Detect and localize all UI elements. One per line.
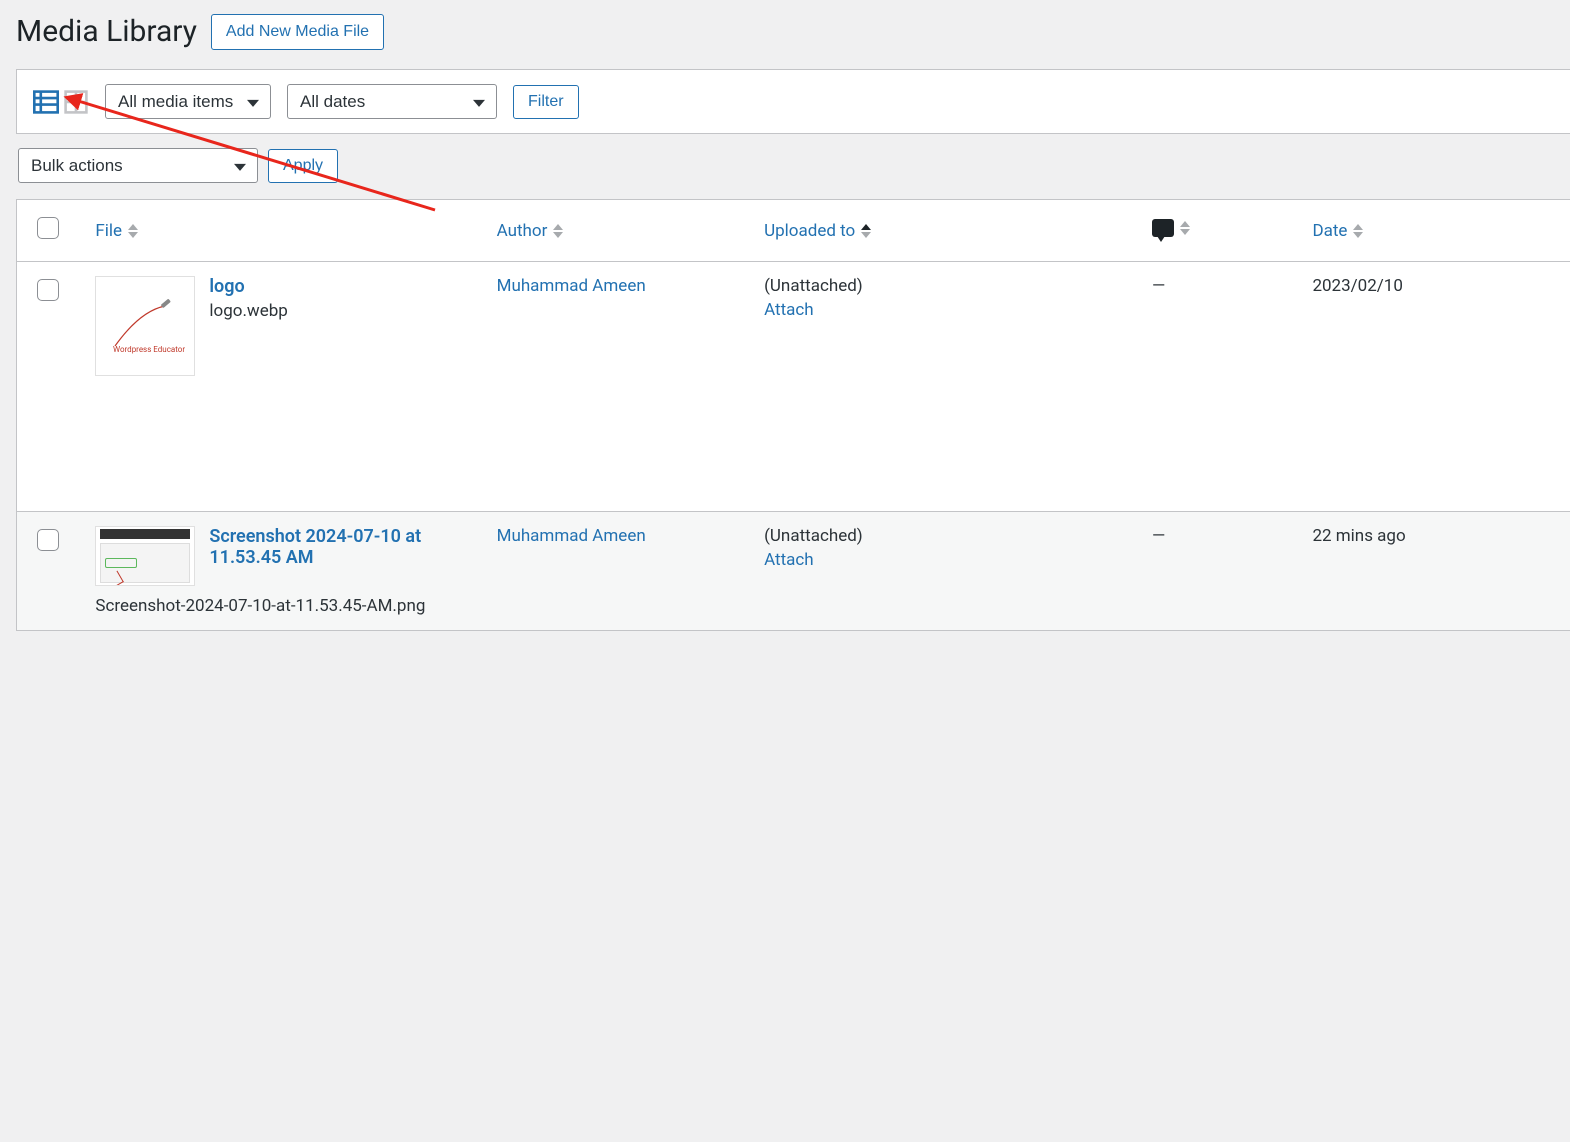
date-text: 22 mins ago: [1312, 526, 1405, 546]
column-comments[interactable]: [1152, 219, 1190, 237]
media-thumbnail[interactable]: Wordpress Educator: [95, 276, 195, 376]
media-title-link[interactable]: logo: [209, 276, 287, 297]
sort-icon: [553, 224, 563, 238]
comments-count: —: [1152, 526, 1165, 546]
uploaded-status: (Unattached): [764, 276, 1132, 296]
select-all-checkbox[interactable]: [37, 217, 59, 239]
column-file[interactable]: File: [95, 221, 138, 241]
column-date[interactable]: Date: [1312, 221, 1363, 241]
svg-text:Wordpress Educator: Wordpress Educator: [113, 345, 185, 354]
grid-view-icon[interactable]: [63, 89, 89, 115]
date-text: 2023/02/10: [1312, 276, 1402, 296]
sort-icon: [1353, 224, 1363, 238]
comments-count: —: [1152, 276, 1165, 296]
table-row: Wordpress Educator logo logo.webp Muhamm…: [17, 262, 1570, 512]
media-title-link[interactable]: Screenshot 2024-07-10 at 11.53.45 AM: [209, 526, 476, 568]
page-title: Media Library: [16, 12, 197, 51]
author-link[interactable]: Muhammad Ameen: [497, 526, 646, 546]
attach-link[interactable]: Attach: [764, 550, 814, 570]
column-uploaded-to[interactable]: Uploaded to: [764, 221, 871, 241]
uploaded-status: (Unattached): [764, 526, 1132, 546]
add-new-media-button[interactable]: Add New Media File: [211, 14, 384, 50]
author-link[interactable]: Muhammad Ameen: [497, 276, 646, 296]
sort-icon: [1180, 221, 1190, 235]
media-thumbnail[interactable]: [95, 526, 195, 586]
media-type-select[interactable]: All media items: [105, 84, 271, 119]
table-row: Screenshot 2024-07-10 at 11.53.45 AM Scr…: [17, 512, 1570, 631]
media-filename: Screenshot-2024-07-10-at-11.53.45-AM.png: [95, 596, 476, 616]
bulk-actions-select[interactable]: Bulk actions: [18, 148, 258, 183]
sort-icon: [861, 224, 871, 238]
column-author[interactable]: Author: [497, 221, 564, 241]
filter-bar: All media items All dates Filter: [16, 69, 1570, 134]
row-checkbox[interactable]: [37, 529, 59, 551]
sort-icon: [128, 224, 138, 238]
media-filename: logo.webp: [209, 301, 287, 321]
filter-button[interactable]: Filter: [513, 85, 579, 119]
apply-button[interactable]: Apply: [268, 149, 338, 183]
list-view-icon[interactable]: [33, 89, 59, 115]
attach-link[interactable]: Attach: [764, 300, 814, 320]
media-table: File Author Uploaded to: [16, 199, 1570, 631]
comment-icon: [1152, 219, 1174, 237]
date-select[interactable]: All dates: [287, 84, 497, 119]
row-checkbox[interactable]: [37, 279, 59, 301]
